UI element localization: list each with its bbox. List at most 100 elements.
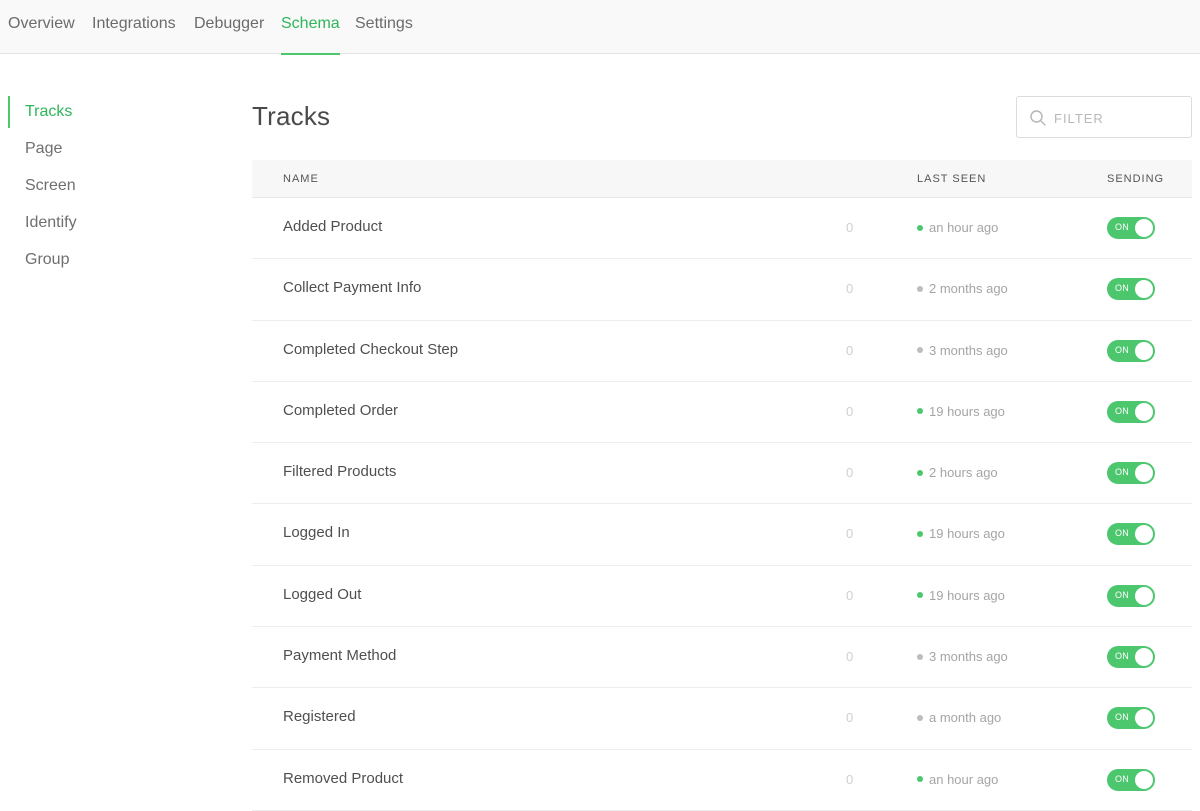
last-seen-text: 19 hours ago: [929, 403, 1005, 419]
last-seen-text: an hour ago: [929, 771, 999, 787]
tracks-table: NAME LAST SEEN SENDING Added Product 0 a…: [252, 160, 1192, 811]
status-dot: [917, 776, 923, 783]
last-seen: a month ago: [917, 710, 1001, 725]
sending-toggle[interactable]: ON: [1107, 707, 1155, 730]
event-count: 0: [846, 342, 854, 358]
event-name[interactable]: Filtered Products: [283, 463, 396, 480]
event-count: 0: [846, 220, 854, 235]
last-seen-text: a month ago: [929, 710, 1002, 726]
event-name[interactable]: Logged Out: [283, 586, 361, 603]
last-seen: an hour ago: [917, 772, 998, 787]
event-name[interactable]: Logged In: [283, 524, 350, 541]
event-count: 0: [846, 403, 854, 419]
table-row[interactable]: Added Product 0 an hour ago ON: [252, 198, 1192, 260]
toggle-label: ON: [1115, 222, 1130, 232]
last-seen: 19 hours ago: [917, 526, 1005, 541]
event-name[interactable]: Collect Payment Info: [283, 279, 421, 296]
last-seen-text: 19 hours ago: [929, 587, 1005, 603]
status-dot: [917, 224, 923, 231]
event-name[interactable]: Completed Order: [283, 402, 398, 419]
event-name[interactable]: Completed Checkout Step: [283, 341, 458, 358]
last-seen: 2 months ago: [917, 281, 1008, 296]
sidebar-item-page[interactable]: Page: [25, 137, 62, 161]
table-row[interactable]: Logged Out 0 19 hours ago ON: [252, 566, 1192, 628]
status-dot: [917, 408, 923, 415]
status-dot: [917, 347, 923, 354]
sidebar-item-screen[interactable]: Screen: [25, 174, 76, 198]
table-row[interactable]: Completed Checkout Step 0 3 months ago O…: [252, 321, 1192, 382]
sending-toggle[interactable]: ON: [1107, 646, 1155, 669]
sidebar-item-tracks[interactable]: Tracks: [25, 100, 72, 124]
toggle-knob: [1135, 402, 1153, 421]
status-dot: [917, 714, 923, 721]
column-header-last-seen[interactable]: LAST SEEN: [917, 173, 986, 185]
last-seen: 19 hours ago: [917, 588, 1005, 603]
toggle-knob: [1135, 770, 1153, 789]
sidebar-item-group[interactable]: Group: [25, 248, 69, 272]
table-body: Added Product 0 an hour ago ON Collect P…: [252, 198, 1192, 811]
last-seen-text: 19 hours ago: [929, 526, 1005, 542]
filter-input[interactable]: [1054, 106, 1184, 130]
column-header-sending[interactable]: SENDING: [1107, 173, 1164, 185]
sending-toggle[interactable]: ON: [1107, 217, 1155, 239]
page-title: Tracks: [252, 101, 331, 131]
last-seen-text: an hour ago: [929, 220, 999, 235]
table-row[interactable]: Completed Order 0 19 hours ago ON: [252, 382, 1192, 444]
event-count: 0: [846, 465, 854, 481]
tab-debugger[interactable]: Debugger: [194, 0, 264, 54]
toggle-label: ON: [1115, 467, 1130, 478]
table-row[interactable]: Removed Product 0 an hour ago ON: [252, 750, 1192, 811]
status-dot: [917, 469, 923, 476]
toggle-label: ON: [1115, 528, 1130, 539]
toggle-knob: [1135, 586, 1153, 605]
table-row[interactable]: Filtered Products 0 2 hours ago ON: [252, 443, 1192, 505]
toggle-knob: [1135, 219, 1153, 237]
tab-integrations[interactable]: Integrations: [92, 0, 176, 54]
tab-schema[interactable]: Schema: [281, 0, 340, 55]
table-row[interactable]: Logged In 0 19 hours ago ON: [252, 504, 1192, 566]
sidebar-active-indicator: [8, 96, 10, 128]
last-seen-text: 2 hours ago: [929, 465, 998, 481]
toggle-label: ON: [1115, 712, 1130, 723]
event-count: 0: [846, 526, 854, 542]
toggle-label: ON: [1115, 344, 1130, 355]
search-icon: [1029, 109, 1047, 127]
table-row[interactable]: Payment Method 0 3 months ago ON: [252, 627, 1192, 689]
last-seen-text: 2 months ago: [929, 281, 1008, 297]
status-dot: [917, 531, 923, 538]
toggle-label: ON: [1115, 405, 1130, 416]
toggle-knob: [1135, 341, 1153, 360]
event-name[interactable]: Payment Method: [283, 647, 396, 664]
event-name[interactable]: Registered: [283, 708, 356, 725]
status-dot: [917, 653, 923, 660]
toggle-knob: [1135, 648, 1153, 667]
sending-toggle[interactable]: ON: [1107, 768, 1155, 791]
toggle-label: ON: [1115, 651, 1130, 662]
last-seen-text: 3 months ago: [929, 649, 1008, 665]
column-header-name[interactable]: NAME: [283, 173, 319, 185]
sending-toggle[interactable]: ON: [1107, 339, 1155, 362]
event-name[interactable]: Removed Product: [283, 770, 403, 787]
event-name[interactable]: Added Product: [283, 218, 382, 235]
table-row[interactable]: Registered 0 a month ago ON: [252, 688, 1192, 750]
last-seen: 3 months ago: [917, 649, 1008, 664]
toggle-knob: [1135, 525, 1153, 544]
toggle-knob: [1135, 280, 1153, 299]
sending-toggle[interactable]: ON: [1107, 584, 1155, 607]
table-row[interactable]: Collect Payment Info 0 2 months ago ON: [252, 259, 1192, 321]
last-seen: an hour ago: [917, 220, 998, 235]
last-seen: 2 hours ago: [917, 465, 998, 480]
event-count: 0: [846, 649, 854, 665]
sending-toggle[interactable]: ON: [1107, 523, 1155, 546]
sending-toggle[interactable]: ON: [1107, 400, 1155, 423]
sending-toggle[interactable]: ON: [1107, 278, 1155, 301]
sidebar-item-identify[interactable]: Identify: [25, 211, 77, 235]
filter-field[interactable]: [1016, 96, 1192, 138]
toggle-label: ON: [1115, 283, 1130, 294]
toggle-label: ON: [1115, 589, 1130, 600]
table-header: NAME LAST SEEN SENDING: [252, 160, 1192, 198]
toggle-label: ON: [1115, 773, 1130, 784]
sending-toggle[interactable]: ON: [1107, 462, 1155, 485]
tab-overview[interactable]: Overview: [8, 0, 75, 54]
tab-settings[interactable]: Settings: [355, 0, 413, 54]
